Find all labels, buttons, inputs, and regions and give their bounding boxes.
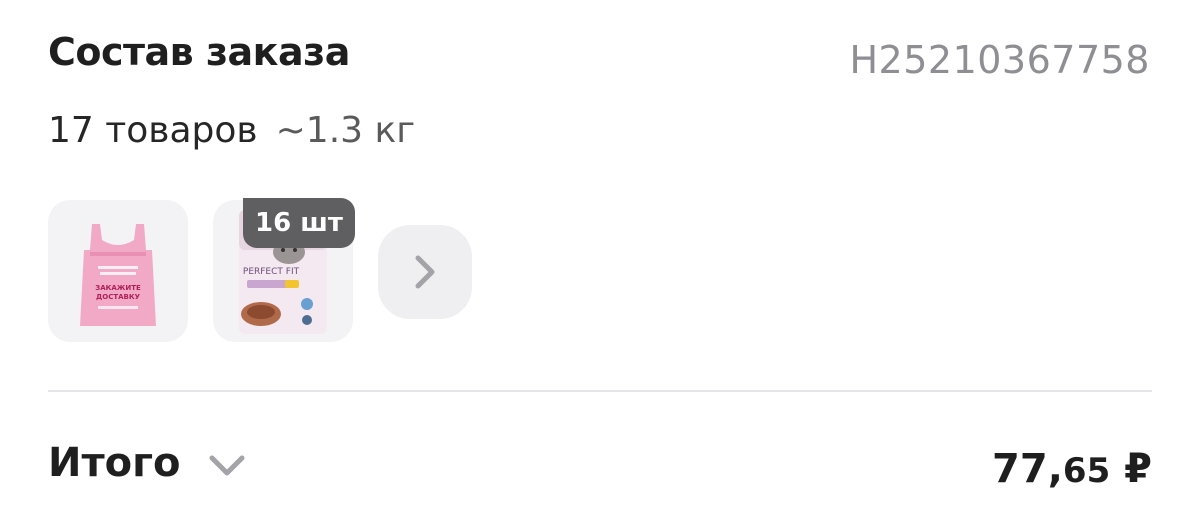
- items-count: 17 товаров: [48, 110, 258, 151]
- section-divider: [48, 390, 1152, 392]
- shopping-bag-icon: ЗАКАЖИТЕ ДОСТАВКУ: [80, 224, 156, 326]
- currency-symbol: ₽: [1110, 446, 1152, 492]
- chevron-right-icon: [415, 255, 435, 289]
- order-number: Н25210367758: [849, 38, 1150, 82]
- bag-printed-text-2: ДОСТАВКУ: [96, 293, 141, 301]
- total-row: Итого 77,65 ₽: [48, 440, 1152, 510]
- chevron-down-icon: [209, 455, 245, 476]
- quantity-badge: 16 шт: [243, 198, 355, 248]
- bag-printed-text: ЗАКАЖИТЕ: [95, 284, 141, 292]
- order-composition-card: Состав заказа Н25210367758 17 товаров ~1.…: [0, 0, 1200, 514]
- item-thumbnail-bag[interactable]: ЗАКАЖИТЕ ДОСТАВКУ: [48, 200, 188, 342]
- total-toggle[interactable]: Итого: [48, 440, 247, 486]
- total-label: Итого: [48, 440, 181, 486]
- more-items-button[interactable]: [378, 225, 472, 319]
- order-title: Состав заказа: [48, 30, 350, 74]
- order-summary: 17 товаров ~1.3 кг: [48, 110, 415, 151]
- total-amount-kopecks: 65: [1062, 451, 1111, 491]
- total-amount-main: 77,: [992, 446, 1063, 492]
- total-amount: 77,65 ₽: [992, 446, 1152, 492]
- food-brand-text: PERFECT FIT: [243, 267, 300, 277]
- order-weight: ~1.3 кг: [275, 110, 416, 151]
